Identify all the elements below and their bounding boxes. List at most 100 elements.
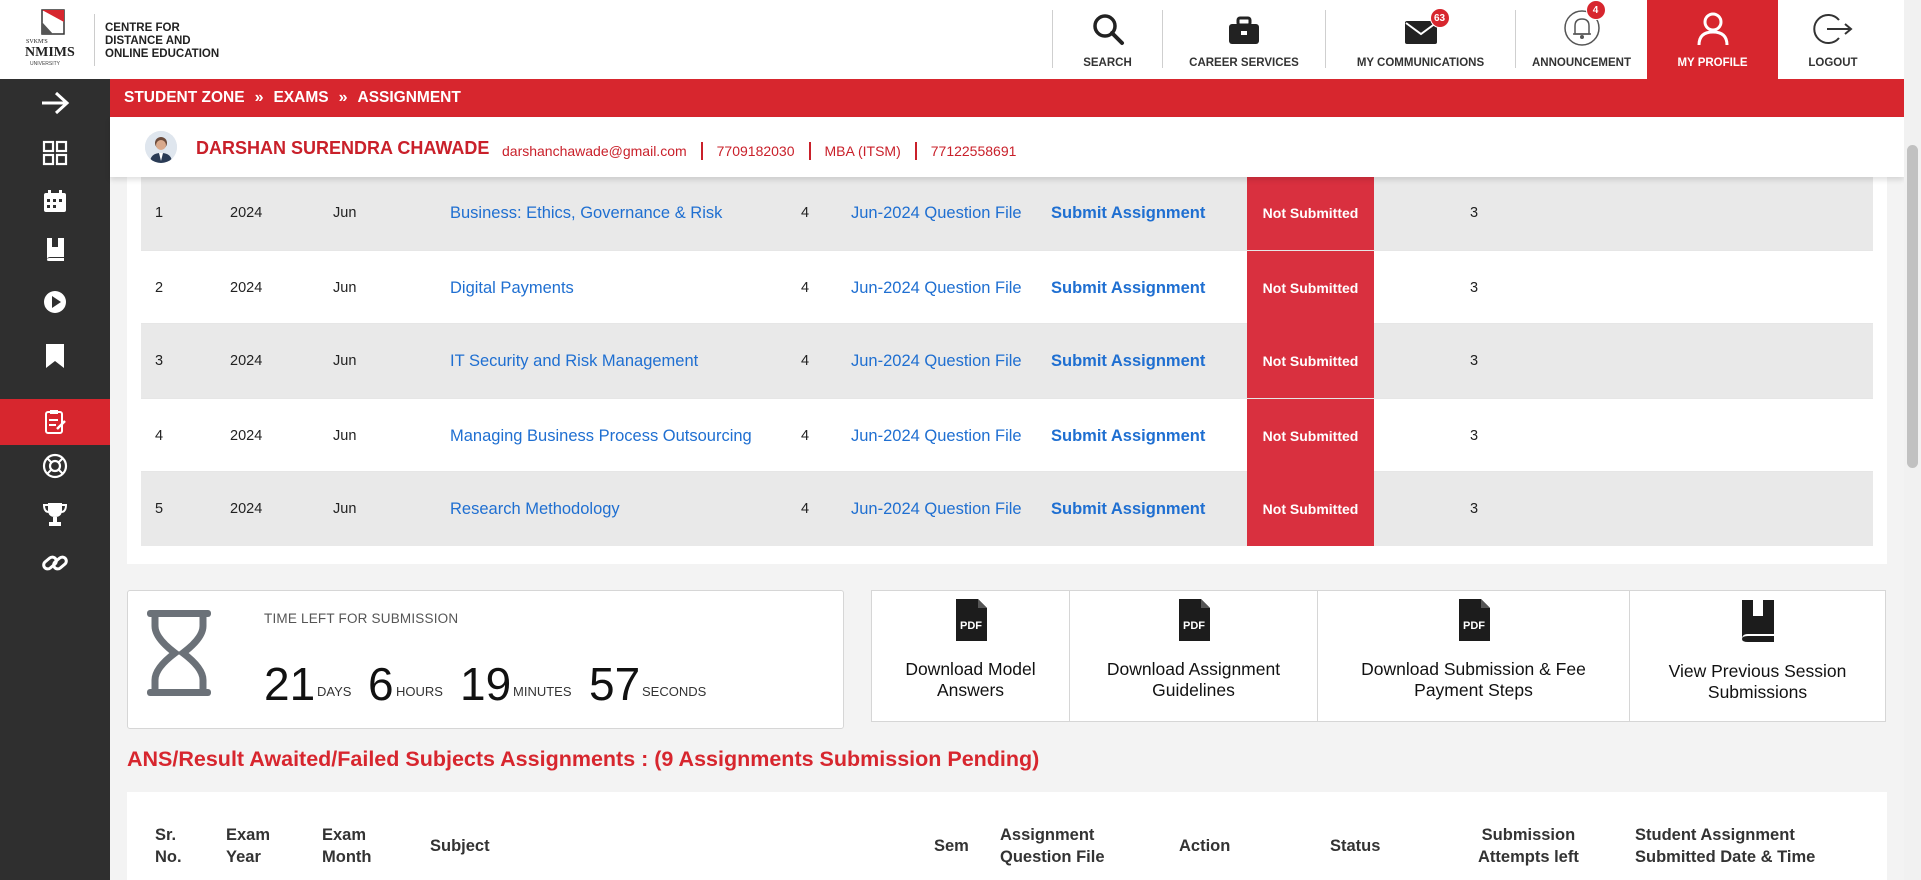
- download-assignment-guidelines-button[interactable]: PDF Download Assignment Guidelines: [1069, 590, 1318, 722]
- status-badge: Not Submitted: [1247, 324, 1374, 398]
- tile-label-line: Download Model: [905, 659, 1036, 679]
- header-line: Sr.: [155, 826, 177, 844]
- exam-year: 2024: [230, 280, 263, 296]
- breadcrumb-exams[interactable]: EXAMS: [273, 89, 328, 107]
- briefcase-icon: [1227, 16, 1261, 49]
- student-program: MBA (ITSM): [824, 143, 901, 159]
- org-line: CENTRE FOR: [105, 22, 180, 34]
- subject-link[interactable]: Research Methodology: [450, 472, 620, 546]
- sidebar-item-calendar[interactable]: [0, 178, 110, 224]
- col-header-question-file: Assignment Question File: [1000, 824, 1105, 868]
- nav-search[interactable]: SEARCH: [1053, 0, 1162, 79]
- sidebar-item-achievements[interactable]: [0, 491, 110, 537]
- status-badge: Not Submitted: [1247, 399, 1374, 473]
- tile-label: Download Assignment Guidelines: [1107, 659, 1280, 701]
- sidebar-item-dashboard[interactable]: [0, 130, 110, 176]
- submit-assignment-button[interactable]: Submit Assignment: [1051, 472, 1205, 546]
- trophy-icon: [42, 503, 68, 526]
- nav-career-services[interactable]: CAREER SERVICES: [1163, 0, 1325, 79]
- countdown-days-label: DAYS: [317, 684, 352, 699]
- semester: 4: [801, 205, 810, 221]
- nmims-logo[interactable]: SVKM'S NMIMS UNIVERSITY: [22, 8, 84, 70]
- book-icon: [47, 238, 64, 261]
- org-name: CENTRE FOR DISTANCE AND ONLINE EDUCATION: [105, 22, 219, 61]
- tile-label-line: Submissions: [1707, 682, 1808, 702]
- breadcrumb-assignment[interactable]: ASSIGNMENT: [358, 89, 461, 107]
- header-line: Action: [1179, 837, 1231, 855]
- communications-badge: 63: [1429, 8, 1450, 28]
- col-header-submitted-date: Student Assignment Submitted Date & Time: [1635, 824, 1815, 868]
- question-file-link[interactable]: Jun-2024 Question File: [851, 251, 1022, 325]
- question-file-link[interactable]: Jun-2024 Question File: [851, 472, 1022, 546]
- semester: 4: [801, 353, 810, 369]
- submit-assignment-button[interactable]: Submit Assignment: [1051, 176, 1205, 250]
- col-header-sr-no: Sr. No.: [155, 824, 182, 868]
- sidebar-item-videos[interactable]: [0, 279, 110, 325]
- exam-month: Jun: [333, 205, 357, 221]
- header-line: Exam: [226, 826, 271, 844]
- avatar[interactable]: [145, 131, 177, 163]
- sidebar-item-assignment[interactable]: [0, 399, 110, 445]
- col-header-exam-year: Exam Year: [226, 824, 270, 868]
- col-header-subject: Subject: [430, 835, 490, 857]
- chevron-double-right-icon: »: [254, 89, 264, 106]
- assignments-table: 1 2024 Jun Business: Ethics, Governance …: [127, 160, 1887, 564]
- status-badge: Not Submitted: [1247, 176, 1374, 250]
- nav-my-profile[interactable]: MY PROFILE: [1647, 0, 1778, 79]
- submit-assignment-button[interactable]: Submit Assignment: [1051, 251, 1205, 325]
- header-line: Subject: [430, 837, 490, 855]
- search-icon: [1091, 12, 1125, 49]
- download-submission-fee-steps-button[interactable]: PDF Download Submission & Fee Payment St…: [1317, 590, 1630, 722]
- download-model-answers-button[interactable]: PDF Download Model Answers: [871, 590, 1070, 722]
- nav-logout[interactable]: LOGOUT: [1778, 0, 1888, 79]
- scrollbar-thumb[interactable]: [1907, 145, 1918, 468]
- question-file-link[interactable]: Jun-2024 Question File: [851, 399, 1022, 473]
- pdf-icon: PDF: [954, 598, 988, 647]
- table-row: 5 2024 Jun Research Methodology 4 Jun-20…: [141, 472, 1873, 546]
- sr-no: 2: [155, 280, 164, 296]
- logout-icon: [1813, 12, 1853, 49]
- sidebar-item-links[interactable]: [0, 540, 110, 586]
- header-line: Status: [1330, 837, 1381, 855]
- countdown-seconds-label: SECONDS: [642, 684, 707, 699]
- subject-link[interactable]: Business: Ethics, Governance & Risk: [450, 176, 722, 250]
- subject-link[interactable]: Managing Business Process Outsourcing: [450, 399, 752, 473]
- chevron-double-right-icon: »: [338, 89, 348, 106]
- nav-label: LOGOUT: [1808, 57, 1858, 69]
- countdown-seconds: 57: [589, 658, 641, 710]
- header-line: Attempts left: [1478, 848, 1579, 866]
- question-file-link[interactable]: Jun-2024 Question File: [851, 324, 1022, 398]
- sidebar-item-books[interactable]: [0, 226, 110, 272]
- sidebar-item-support[interactable]: [0, 443, 110, 489]
- subject-link[interactable]: IT Security and Risk Management: [450, 324, 698, 398]
- status-badge: Not Submitted: [1247, 251, 1374, 325]
- student-name: DARSHAN SURENDRA CHAWADE: [196, 138, 490, 158]
- header-line: Assignment: [1000, 826, 1095, 844]
- semester: 4: [801, 428, 810, 444]
- view-previous-submissions-button[interactable]: View Previous Session Submissions: [1629, 590, 1886, 722]
- svg-text:PDF: PDF: [1463, 620, 1485, 632]
- nav-label: CAREER SERVICES: [1189, 57, 1299, 69]
- student-sapid: 77122558691: [930, 143, 1017, 159]
- student-phone: 7709182030: [716, 143, 795, 159]
- table-row: 1 2024 Jun Business: Ethics, Governance …: [141, 176, 1873, 250]
- nav-my-communications[interactable]: 63 MY COMMUNICATIONS: [1326, 0, 1515, 79]
- breadcrumb-student-zone[interactable]: STUDENT ZONE: [124, 89, 245, 107]
- page-scrollbar[interactable]: [1904, 0, 1921, 880]
- question-file-link[interactable]: Jun-2024 Question File: [851, 176, 1022, 250]
- header-line: No.: [155, 848, 182, 866]
- nav-label: MY PROFILE: [1677, 57, 1748, 69]
- subject-link[interactable]: Digital Payments: [450, 251, 574, 325]
- exam-year: 2024: [230, 501, 263, 517]
- logo-divider: [94, 14, 95, 66]
- header-line: Exam: [322, 826, 367, 844]
- sidebar-expand-button[interactable]: [0, 80, 110, 126]
- org-line: ONLINE EDUCATION: [105, 48, 220, 60]
- submit-assignment-button[interactable]: Submit Assignment: [1051, 324, 1205, 398]
- countdown-hours: 6: [368, 658, 394, 710]
- envelope-icon: 63: [1404, 8, 1450, 49]
- header-line: Sem: [934, 837, 969, 855]
- sidebar-item-bookmarks[interactable]: [0, 333, 110, 379]
- submit-assignment-button[interactable]: Submit Assignment: [1051, 399, 1205, 473]
- nav-announcement[interactable]: 4 ANNOUNCEMENT: [1516, 0, 1647, 79]
